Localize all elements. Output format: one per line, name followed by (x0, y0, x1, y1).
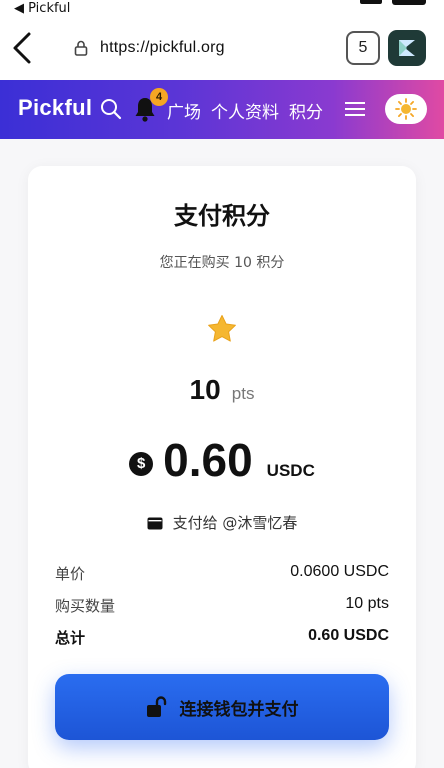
battery-icon (392, 0, 426, 5)
theme-toggle-button[interactable] (385, 94, 427, 124)
summary-row-quantity: 购买数量 10 pts (55, 595, 389, 616)
address-bar[interactable]: https://pickful.org (74, 36, 225, 60)
summary-label: 购买数量 (55, 597, 116, 615)
summary-row-unit-price: 单价 0.0600 USDC (55, 563, 389, 584)
purchase-subtitle: 您正在购买 10 积分 (159, 255, 285, 271)
notification-badge: 4 (150, 88, 168, 106)
price-display: $ 0.60 USDC (0, 433, 444, 487)
nav-links: 广场 个人资料 积分 (167, 98, 323, 123)
menu-icon[interactable] (345, 101, 365, 117)
browser-extension-button[interactable] (388, 30, 426, 66)
summary-value: 10 pts (345, 595, 389, 612)
tab-count-button[interactable]: 5 (346, 31, 380, 65)
summary-value: 0.60 USDC (308, 627, 389, 644)
search-icon[interactable] (100, 98, 122, 120)
summary-label: 总计 (55, 629, 86, 647)
dollar-coin-icon: $ (129, 451, 154, 476)
pay-to-row: 支付给 @沐雪忆春 (0, 512, 444, 533)
pay-button-label: 连接钱包并支付 (179, 699, 299, 720)
price-currency: USDC (266, 461, 315, 480)
page-title: 支付积分 (174, 202, 270, 230)
star-icon (208, 315, 236, 342)
sun-icon (395, 98, 417, 120)
extension-logo-icon (399, 40, 415, 56)
url-text: https://pickful.org (100, 39, 225, 56)
points-value: 10 (189, 374, 221, 405)
wallet-icon (147, 517, 163, 529)
back-to-app-link[interactable]: ◀ Pickful (14, 1, 70, 16)
lock-icon (74, 40, 88, 56)
status-indicators (360, 0, 426, 5)
points-unit: pts (231, 384, 255, 403)
status-bar: ◀ Pickful (0, 0, 444, 18)
nav-link-points[interactable]: 积分 (289, 98, 323, 123)
price-value: 0.60 (163, 434, 253, 486)
summary-label: 单价 (55, 565, 86, 583)
signal-icon (360, 0, 382, 4)
browser-toolbar: https://pickful.org 5 (0, 18, 444, 80)
app-header: Pickful 广场 个人资料 积分 (0, 80, 444, 139)
nav-link-plaza[interactable]: 广场 (167, 98, 201, 123)
summary-value: 0.0600 USDC (290, 563, 389, 580)
back-icon[interactable] (10, 30, 34, 66)
points-amount: 10 pts (0, 374, 444, 406)
summary-row-total: 总计 0.60 USDC (55, 627, 389, 648)
brand-logo[interactable]: Pickful (18, 95, 92, 121)
unlock-icon (146, 696, 166, 717)
connect-wallet-pay-button[interactable]: 连接钱包并支付 (55, 674, 389, 740)
pay-to-recipient: 支付给 @沐雪忆春 (172, 514, 298, 532)
nav-link-profile[interactable]: 个人资料 (211, 98, 279, 123)
